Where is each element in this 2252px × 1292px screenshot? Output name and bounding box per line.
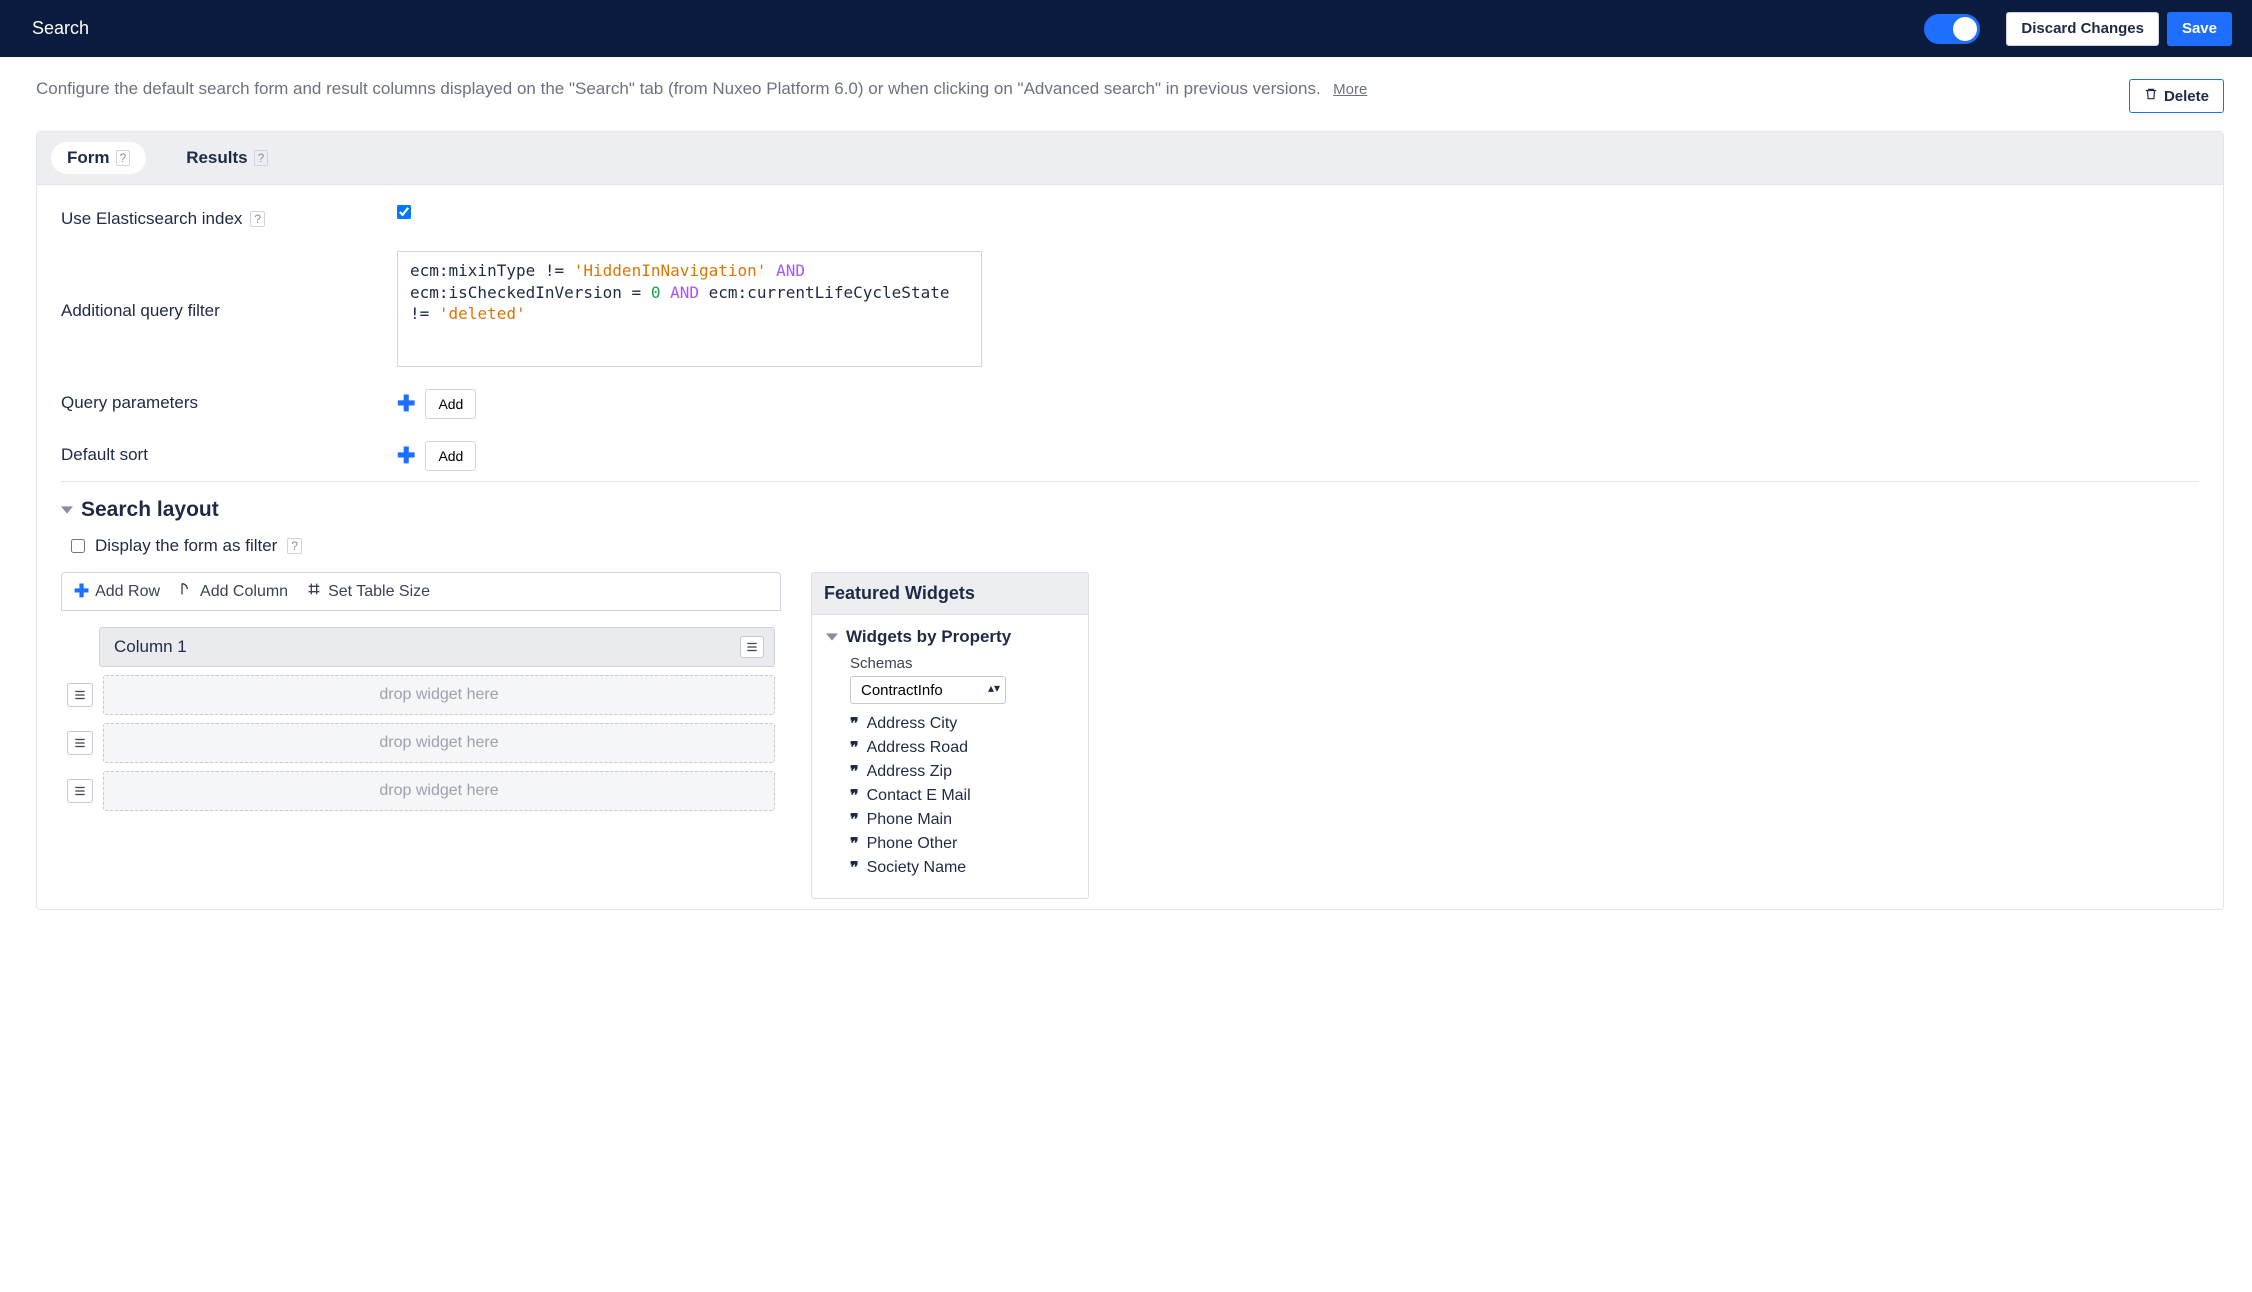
widget-item-label: Address Zip (867, 763, 952, 781)
intro-text: Configure the default search form and re… (36, 79, 1321, 98)
schemas-label: Schemas (850, 655, 1074, 672)
save-button[interactable]: Save (2167, 12, 2232, 46)
tab-results[interactable]: Results ? (170, 142, 284, 174)
add-query-param-button[interactable]: Add (425, 389, 476, 419)
quote-icon: ❞ (850, 810, 859, 830)
form-area: Use Elasticsearch index ? Additional que… (37, 185, 2223, 909)
featured-widgets-title: Featured Widgets (812, 573, 1088, 615)
help-icon[interactable]: ? (287, 538, 302, 554)
widget-item[interactable]: ❞ Address Road (850, 736, 1074, 760)
widget-item[interactable]: ❞ Contact E Mail (850, 784, 1074, 808)
drop-target[interactable]: drop widget here (103, 771, 775, 811)
trash-icon (2144, 87, 2158, 105)
tabs-bar: Form ? Results ? (37, 132, 2223, 185)
tab-form[interactable]: Form ? (51, 142, 146, 174)
quote-icon: ❞ (850, 762, 859, 782)
quote-icon: ❞ (850, 786, 859, 806)
widget-list: ❞ Address City ❞ Address Road ❞ Address Zip ❞ C… (850, 712, 1074, 880)
widget-item[interactable]: ❞ Address Zip (850, 760, 1074, 784)
column-header[interactable]: Column 1 (99, 627, 775, 667)
tab-form-label: Form (67, 148, 110, 168)
plus-icon[interactable]: ✚ (397, 445, 415, 467)
widgets-by-property-label: Widgets by Property (846, 627, 1011, 647)
label-default-sort: Default sort (61, 445, 148, 465)
resize-icon (306, 581, 322, 602)
plus-icon[interactable]: ✚ (397, 393, 415, 415)
row-use-es: Use Elasticsearch index ? (61, 205, 2199, 229)
drop-target[interactable]: drop widget here (103, 723, 775, 763)
set-table-size-label: Set Table Size (328, 583, 430, 601)
widget-item-label: Address Road (867, 739, 968, 757)
delete-button[interactable]: Delete (2129, 79, 2224, 113)
main-panel: Form ? Results ? Use Elasticsearch index… (36, 131, 2224, 910)
widget-item[interactable]: ❞ Phone Main (850, 808, 1074, 832)
drop-row: drop widget here (67, 771, 775, 811)
widget-item[interactable]: ❞ Society Name (850, 856, 1074, 880)
caret-down-icon (61, 504, 73, 519)
quote-icon: ❞ (850, 714, 859, 734)
help-icon[interactable]: ? (250, 211, 265, 227)
widget-item-label: Address City (867, 715, 958, 733)
schema-select[interactable]: ContractInfo (850, 676, 1006, 704)
quote-icon: ❞ (850, 738, 859, 758)
display-as-filter-label: Display the form as filter (95, 536, 277, 556)
widget-item[interactable]: ❞ Address City (850, 712, 1074, 736)
widget-item-label: Contact E Mail (867, 787, 971, 805)
plus-icon: ✚ (74, 581, 89, 602)
label-query-filter: Additional query filter (61, 301, 220, 321)
widget-item-label: Phone Other (867, 835, 958, 853)
query-filter-editor[interactable]: ecm:mixinType != 'HiddenInNavigation' AN… (397, 251, 982, 367)
topbar: Search Discard Changes Save (0, 0, 2252, 57)
divider (61, 481, 2199, 482)
designer-toolbar: ✚ Add Row Add Column (61, 572, 781, 611)
section-search-layout[interactable]: Search layout (61, 498, 2199, 522)
add-row-button[interactable]: ✚ Add Row (74, 581, 160, 602)
widget-item-label: Phone Main (867, 811, 952, 829)
drop-target[interactable]: drop widget here (103, 675, 775, 715)
drop-row: drop widget here (67, 723, 775, 763)
use-es-checkbox[interactable] (397, 205, 411, 219)
toggle-thumb (1953, 17, 1977, 41)
add-column-button[interactable]: Add Column (178, 581, 288, 602)
widget-item-label: Society Name (867, 859, 967, 877)
column-label: Column 1 (114, 637, 187, 657)
enable-toggle[interactable] (1924, 14, 1980, 44)
layout-designer: ✚ Add Row Add Column (61, 572, 781, 819)
drag-handle-icon[interactable] (67, 731, 93, 755)
add-row-label: Add Row (95, 583, 160, 601)
quote-icon: ❞ (850, 858, 859, 878)
widgets-by-property-toggle[interactable]: Widgets by Property (826, 627, 1074, 647)
drag-handle-icon[interactable] (67, 683, 93, 707)
caret-down-icon (826, 631, 838, 646)
set-table-size-button[interactable]: Set Table Size (306, 581, 430, 602)
intro-row: Configure the default search form and re… (36, 79, 2224, 113)
section-title: Search layout (81, 498, 219, 522)
display-as-filter-checkbox[interactable] (71, 539, 85, 553)
help-icon[interactable]: ? (254, 150, 269, 166)
label-use-es: Use Elasticsearch index (61, 209, 242, 229)
content: Configure the default search form and re… (0, 57, 2252, 932)
column-add-icon (178, 581, 194, 602)
add-default-sort-button[interactable]: Add (425, 441, 476, 471)
row-query-filter: Additional query filter ecm:mixinType !=… (61, 251, 2199, 367)
page-title: Search (32, 18, 89, 39)
more-link[interactable]: More (1333, 81, 1367, 98)
quote-icon: ❞ (850, 834, 859, 854)
drag-handle-icon[interactable] (67, 779, 93, 803)
layout-columns: ✚ Add Row Add Column (61, 572, 2199, 899)
row-default-sort: Default sort ✚ Add (61, 441, 2199, 471)
add-column-label: Add Column (200, 583, 288, 601)
designer-canvas: Column 1 drop widget here (61, 611, 781, 811)
delete-label: Delete (2164, 88, 2209, 105)
row-display-as-filter: Display the form as filter ? (71, 536, 2199, 556)
discard-changes-button[interactable]: Discard Changes (2006, 12, 2159, 46)
featured-widgets-panel: Featured Widgets Widgets by Property Sch… (811, 572, 1089, 899)
tab-results-label: Results (186, 148, 247, 168)
widget-item[interactable]: ❞ Phone Other (850, 832, 1074, 856)
column-menu-button[interactable] (740, 636, 764, 658)
row-query-params: Query parameters ✚ Add (61, 389, 2199, 419)
drop-row: drop widget here (67, 675, 775, 715)
label-query-params: Query parameters (61, 393, 198, 413)
help-icon[interactable]: ? (116, 150, 131, 166)
